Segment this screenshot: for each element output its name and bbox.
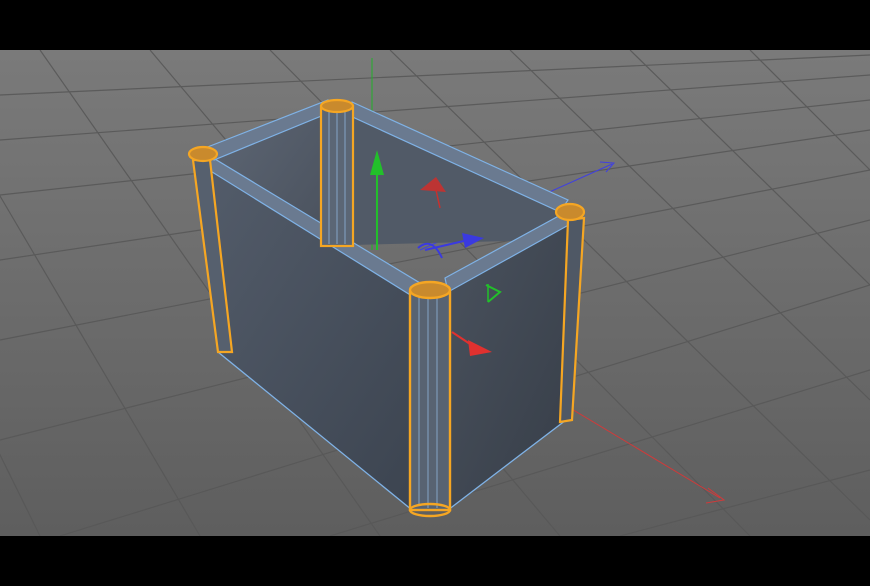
letterbox-top [0, 0, 870, 50]
letterbox-bottom [0, 536, 870, 586]
video-frame [0, 0, 870, 586]
3d-viewport[interactable] [0, 50, 870, 536]
front-corner-post [408, 280, 452, 518]
back-corner-post [319, 98, 355, 248]
